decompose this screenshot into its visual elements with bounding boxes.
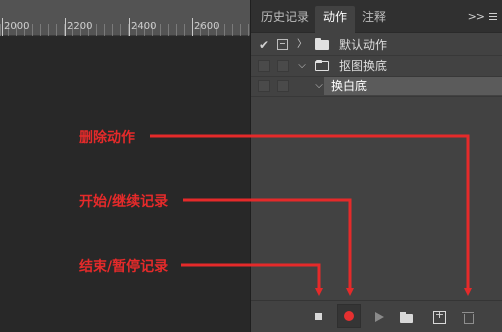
ruler-major-tick: [129, 18, 130, 36]
tab-history[interactable]: 历史记录: [253, 6, 317, 33]
chevron-down-icon[interactable]: ⌵: [314, 76, 324, 96]
action-set-cutout[interactable]: ⌵ 抠图换底: [251, 56, 502, 76]
play-icon[interactable]: [369, 307, 389, 327]
expand-icon: >>: [467, 10, 485, 23]
trash-icon[interactable]: [458, 307, 478, 327]
ruler-major-tick: [192, 18, 193, 36]
annotation-stop-record: 结束/暂停记录: [79, 259, 169, 275]
tab-notes[interactable]: 注释: [354, 6, 394, 33]
row-divider: [251, 96, 502, 97]
dialog-toggle-empty[interactable]: [277, 80, 289, 92]
action-set-label: 抠图换底: [339, 59, 388, 73]
chevron-right-icon[interactable]: 〉: [297, 35, 307, 55]
ruler-number: 2400: [131, 21, 157, 32]
new-action-icon[interactable]: [429, 307, 449, 327]
ruler-number: 2600: [194, 21, 220, 32]
ruler-number: 2000: [4, 21, 30, 32]
dialog-toggle-icon[interactable]: [277, 39, 288, 50]
panel-tab-bar: 历史记录 动作 注释 >>: [251, 0, 502, 33]
action-set-default[interactable]: ✔ 〉 默认动作: [251, 35, 502, 55]
action-set-label: 默认动作: [339, 38, 388, 52]
ruler-major-tick: [2, 18, 3, 36]
checkmark-icon[interactable]: ✔: [255, 35, 273, 55]
annotation-start-record: 开始/继续记录: [79, 194, 169, 210]
checkbox-empty[interactable]: [258, 60, 270, 72]
new-set-folder-icon[interactable]: [397, 307, 417, 327]
canvas-area[interactable]: 2000 2200 2400 2600: [0, 0, 250, 332]
folder-open-icon: [315, 60, 329, 71]
action-item-white-bg[interactable]: ⌵ 换白底: [251, 76, 502, 96]
hamburger-icon: [489, 13, 497, 21]
record-icon[interactable]: [337, 304, 361, 328]
actions-panel: 历史记录 动作 注释 >> ✔ 〉 默认动作 ⌵ 抠图换底 ⌵ 换白底: [250, 0, 502, 332]
horizontal-ruler: 2000 2200 2400 2600: [0, 0, 250, 36]
ruler-major-tick: [65, 18, 66, 36]
stop-icon[interactable]: [309, 307, 329, 327]
panel-menu-button[interactable]: >>: [468, 10, 497, 23]
dialog-toggle-empty[interactable]: [277, 60, 289, 72]
folder-icon: [315, 38, 329, 50]
chevron-down-icon[interactable]: ⌵: [297, 56, 307, 76]
tab-actions[interactable]: 动作: [315, 6, 356, 33]
checkbox-empty[interactable]: [258, 80, 270, 92]
annotation-delete-action: 删除动作: [79, 130, 135, 146]
ruler-number: 2200: [67, 21, 93, 32]
action-item-label: 换白底: [331, 79, 368, 93]
actions-toolbar: [251, 300, 502, 332]
